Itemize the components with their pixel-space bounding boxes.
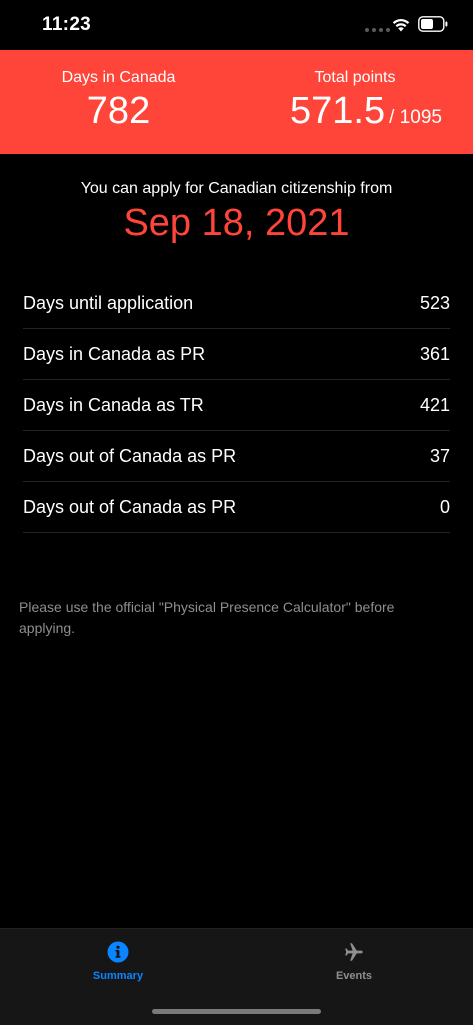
tab-summary-label: Summary: [92, 970, 144, 982]
details-list: Days until application 523 Days in Canad…: [23, 278, 450, 533]
list-item: Days out of Canada as PR 0: [23, 482, 450, 533]
detail-label: Days out of Canada as PR: [23, 445, 237, 466]
detail-value: 361: [419, 343, 450, 364]
detail-value: 523: [419, 292, 450, 313]
detail-label: Days in Canada as PR: [23, 343, 206, 364]
detail-value: 421: [419, 394, 450, 415]
detail-value: 0: [439, 496, 450, 517]
total-points-value: 571.5: [290, 90, 386, 132]
application-date-label: You can apply for Canadian citizenship f…: [80, 180, 393, 197]
detail-label: Days until application: [23, 292, 194, 313]
detail-value: 37: [429, 445, 450, 466]
application-date-section: You can apply for Canadian citizenship f…: [0, 180, 473, 245]
days-in-canada-value-row: 782: [0, 90, 237, 133]
battery-icon: [418, 16, 448, 32]
days-in-canada-label: Days in Canada: [61, 69, 176, 86]
wifi-icon: [392, 18, 410, 32]
info-icon: [107, 941, 129, 963]
status-bar: 11:23: [0, 0, 473, 50]
cellular-signal-icon: [365, 28, 390, 32]
summary-header: Days in Canada 782 Total points 571.5/ 1…: [0, 50, 473, 154]
total-points-required: / 1095: [389, 107, 442, 128]
tab-events-label: Events: [335, 970, 373, 982]
tab-events[interactable]: Events: [236, 929, 472, 999]
total-points-label: Total points: [314, 69, 396, 86]
home-indicator: [152, 1009, 321, 1014]
tab-summary[interactable]: Summary: [0, 929, 236, 999]
application-date: Sep 18, 2021: [123, 202, 350, 244]
status-time: 11:23: [42, 14, 92, 35]
list-item: Days in Canada as PR 361: [23, 329, 450, 380]
disclaimer-text: Please use the official "Physical Presen…: [19, 599, 395, 636]
list-item: Days out of Canada as PR 37: [23, 431, 450, 482]
list-item: Days in Canada as TR 421: [23, 380, 450, 431]
detail-label: Days out of Canada as PR: [23, 496, 237, 517]
detail-label: Days in Canada as TR: [23, 394, 204, 415]
days-in-canada-value: 782: [86, 90, 151, 132]
airplane-icon: [345, 943, 363, 961]
total-points-value-row: 571.5/ 1095: [237, 90, 473, 133]
list-item: Days until application 523: [23, 278, 450, 329]
